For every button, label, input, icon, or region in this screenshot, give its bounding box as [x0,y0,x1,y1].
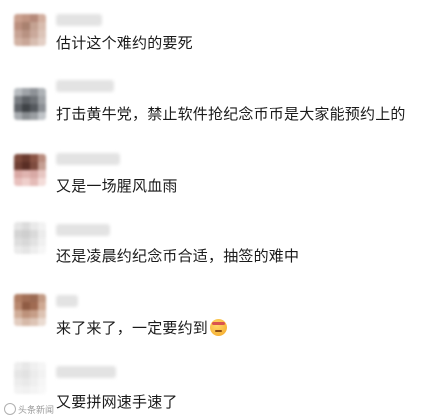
username-blurred [56,153,120,165]
comment-text: 来了来了，一定要约到 [56,318,228,338]
avatar[interactable] [14,294,46,326]
avatar[interactable] [14,154,46,186]
watermark-text: 头条新闻 [18,406,55,416]
watermark-logo-icon [4,403,16,415]
comment-text: 又要拼网速手速了 [56,393,178,411]
comment-text-content: 来了来了，一定要约到 [56,319,209,337]
comment-text: 估计这个难约的要死 [56,34,193,52]
username-blurred [56,80,114,92]
comment-text: 打击黄牛党，禁止软件抢纪念币币是大家能预约上的 [56,105,406,123]
comment-text: 还是凌晨约纪念币合适，抽签的难中 [56,247,300,265]
username-blurred [56,366,116,378]
avatar[interactable] [14,88,46,120]
avatar[interactable] [14,14,46,46]
watermark: 头条新闻 [4,403,54,416]
username-blurred [56,14,102,26]
comment-text: 又是一场腥风血雨 [56,177,178,195]
avatar[interactable] [14,222,46,254]
username-blurred [56,295,78,307]
avatar[interactable] [14,362,46,394]
username-blurred [56,224,110,236]
face-with-thermometer-icon [210,319,228,336]
